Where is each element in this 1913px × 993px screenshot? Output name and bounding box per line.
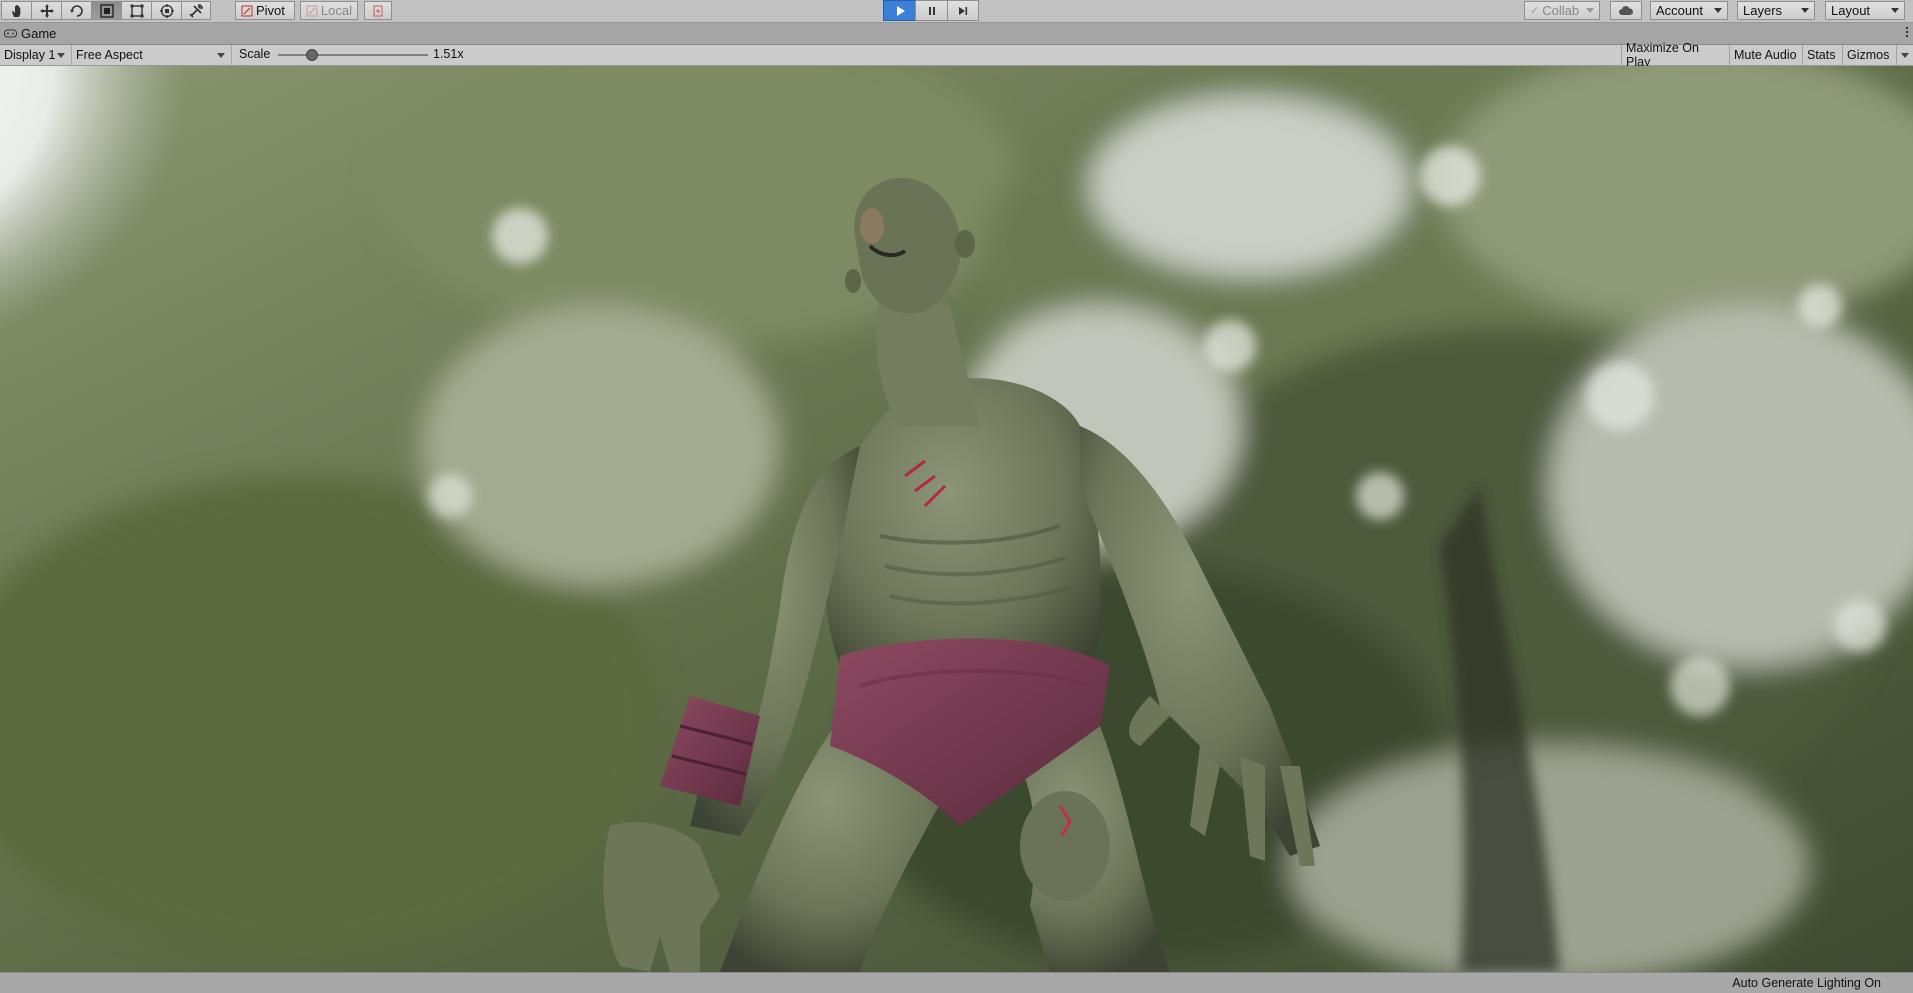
cloud-button[interactable] (1610, 1, 1642, 20)
scale-value: 1.51x (433, 47, 464, 61)
layers-dropdown[interactable]: Layers (1737, 1, 1815, 20)
status-text: Auto Generate Lighting On (1732, 976, 1881, 990)
custom-tool-icon (189, 3, 203, 18)
pivot-toggle[interactable]: Pivot (235, 1, 295, 20)
local-toggle[interactable]: Local (300, 1, 358, 20)
hand-tool-button[interactable] (1, 1, 31, 20)
tab-game[interactable]: Game (0, 23, 60, 44)
maximize-on-play-label: Maximize On Play (1626, 41, 1699, 69)
mute-audio-toggle[interactable]: Mute Audio (1729, 45, 1802, 65)
gizmos-label: Gizmos (1847, 48, 1890, 62)
chevron-down-icon (1801, 8, 1809, 13)
display-label: Display 1 (4, 48, 56, 62)
scale-slider-thumb[interactable] (306, 49, 318, 61)
step-icon (959, 6, 968, 15)
check-icon: ✓ (1530, 5, 1540, 17)
chevron-down-icon (1714, 8, 1722, 13)
pivot-label: Pivot (256, 3, 285, 18)
main-toolbar: Pivot Local ✓ Collab Account Layers Layo… (0, 0, 1913, 23)
collab-dropdown[interactable]: ✓ Collab (1524, 1, 1600, 20)
chevron-down-icon (57, 53, 65, 58)
rect-tool-icon (130, 4, 143, 17)
aspect-dropdown[interactable]: Free Aspect (72, 45, 232, 65)
rotate-tool-icon (69, 4, 83, 17)
transform-tool-icon (159, 3, 174, 18)
chevron-down-icon (1891, 8, 1899, 13)
tab-game-label: Game (21, 26, 57, 41)
move-tool-icon (39, 3, 54, 18)
layout-label: Layout (1831, 3, 1871, 18)
game-render (0, 66, 1913, 972)
layers-label: Layers (1743, 3, 1783, 18)
stats-label: Stats (1807, 48, 1836, 62)
aspect-label: Free Aspect (76, 48, 143, 62)
local-icon (306, 5, 318, 16)
pivot-icon (241, 5, 253, 16)
gamepad-icon (4, 29, 17, 38)
tab-menu-icon[interactable] (1906, 27, 1909, 37)
cloud-icon (1619, 5, 1634, 15)
transform-tools (1, 1, 211, 20)
rotate-tool-button[interactable] (61, 1, 91, 20)
scale-tool-icon (99, 3, 114, 18)
display-dropdown[interactable]: Display 1 (0, 45, 72, 65)
move-tool-button[interactable] (31, 1, 61, 20)
rect-tool-button[interactable] (121, 1, 151, 20)
snap-toggle[interactable] (364, 1, 392, 20)
pause-button[interactable] (915, 0, 947, 21)
account-label: Account (1656, 3, 1703, 18)
chevron-down-icon (1901, 52, 1909, 58)
scale-label: Scale (239, 47, 271, 61)
play-button[interactable] (883, 0, 915, 21)
collab-label: Collab (1542, 3, 1580, 18)
grid-snap-icon (373, 5, 383, 16)
chevron-down-icon (217, 53, 225, 58)
stats-toggle[interactable]: Stats (1802, 45, 1842, 65)
gizmos-dropdown[interactable] (1896, 45, 1913, 65)
play-icon (896, 5, 905, 16)
scale-slider[interactable] (278, 54, 428, 56)
game-viewport[interactable] (0, 66, 1913, 972)
local-label: Local (320, 3, 352, 18)
transform-tool-button[interactable] (151, 1, 181, 20)
status-bar: Auto Generate Lighting On (0, 972, 1913, 993)
playmode-controls (883, 0, 979, 21)
hand-tool-icon (11, 4, 20, 17)
layout-dropdown[interactable]: Layout (1825, 1, 1905, 20)
custom-tool-button[interactable] (181, 1, 211, 20)
scale-tool-button[interactable] (91, 1, 121, 20)
account-dropdown[interactable]: Account (1650, 1, 1728, 20)
maximize-on-play-toggle[interactable]: Maximize On Play (1621, 41, 1729, 69)
pause-icon (928, 6, 935, 15)
chevron-down-icon (1586, 8, 1594, 13)
mute-audio-label: Mute Audio (1734, 48, 1797, 62)
step-button[interactable] (947, 0, 979, 21)
gizmos-toggle[interactable]: Gizmos (1842, 45, 1896, 65)
